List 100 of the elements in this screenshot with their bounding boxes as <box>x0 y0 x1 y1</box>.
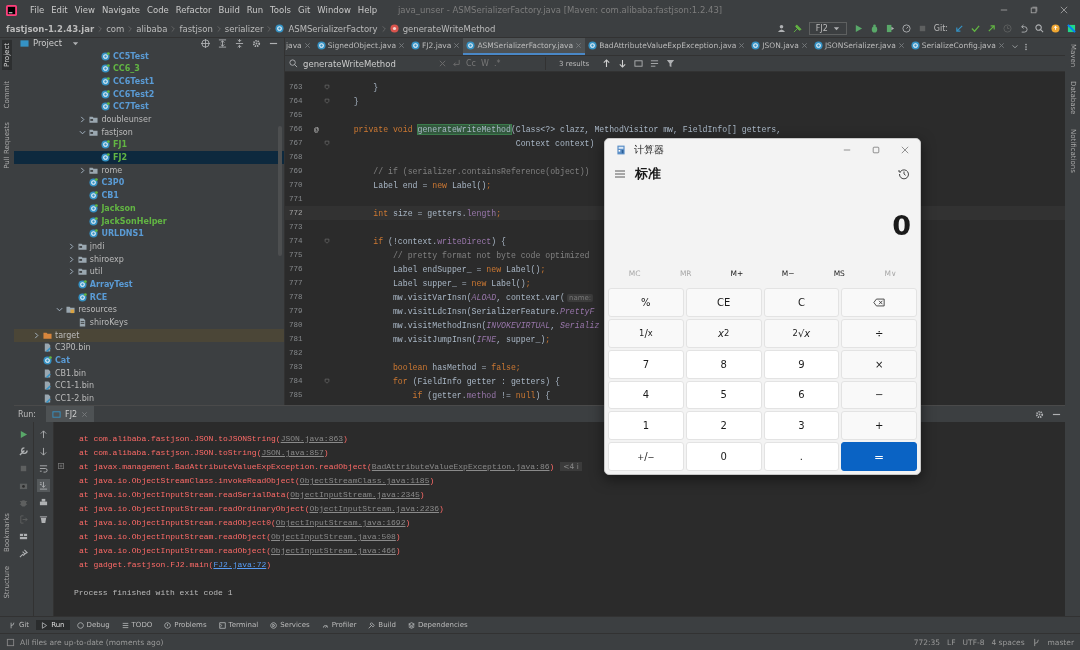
menu-item[interactable]: Code <box>147 5 169 15</box>
tree-item[interactable]: C3P0 <box>14 176 284 190</box>
tree-item[interactable]: CC1-1.bin <box>14 379 284 393</box>
code-line: mw.visitLdcInsn(SerializerFeature.PrettyF <box>391 306 595 316</box>
window-title: 计算器 <box>634 142 664 157</box>
tree-item[interactable]: C3P0.bin <box>14 341 284 355</box>
tree-item[interactable]: doubleunser <box>14 113 284 126</box>
tree-item[interactable]: CB1.bin <box>14 366 284 380</box>
calculator-key[interactable]: 4 <box>608 380 684 410</box>
stack-trace-line: at gadget.fastjson.FJ2.main(FJ2.java:72) <box>79 559 272 569</box>
code-line: if (getter.method != null) { <box>411 390 551 400</box>
tree-item[interactable]: CC1-2.bin <box>14 392 284 405</box>
stack-trace-line: at java.io.ObjectInputStream.readObject(ObjectInputStream.java:508) <box>79 531 401 541</box>
calculator-key[interactable]: 6 <box>763 380 840 410</box>
tree-item[interactable]: fastjson <box>14 125 284 139</box>
source-link[interactable]: BadAttributeValueExpException.java:86 <box>371 461 550 471</box>
menu-item[interactable]: Refactor <box>175 5 212 15</box>
tree-item[interactable]: FJ2 <box>14 151 284 164</box>
code-line: private void generateWriteMethod(Class<?> clazz, MethodVisitor mw, FieldInfo[] getters, <box>352 124 782 134</box>
tree-item[interactable]: target <box>14 328 284 342</box>
tree-item[interactable]: CC6Test1 <box>14 75 284 88</box>
calculator-key[interactable]: 5 <box>685 380 762 410</box>
menu-item[interactable]: Tools <box>270 5 292 15</box>
source-link[interactable]: FJ2.java:72 <box>213 559 267 569</box>
tree-item[interactable]: URLDNS1 <box>14 227 284 241</box>
tree-item[interactable]: jndi <box>14 240 284 253</box>
calculator-key[interactable]: 3 <box>763 411 840 441</box>
menu-item[interactable]: Run <box>246 5 264 15</box>
calculator-key[interactable]: − <box>841 380 917 410</box>
calculator-key[interactable]: × <box>841 349 917 379</box>
tree-item[interactable]: Jackson <box>14 202 284 215</box>
calculator-key[interactable]: % <box>608 288 684 317</box>
calculator-key[interactable]: ÷ <box>841 318 917 348</box>
calculator-key[interactable]: = <box>841 442 917 471</box>
tree-item[interactable]: RCE <box>14 290 284 304</box>
tree-item[interactable]: CC7Test <box>14 100 284 114</box>
tree-item[interactable]: FJ1 <box>14 138 284 152</box>
stack-trace-line: at com.alibaba.fastjson.JSON.toJSONString(JSON.java:863) <box>79 433 348 443</box>
breadcrumb[interactable]: alibaba <box>136 23 168 34</box>
git-label: Git: <box>933 24 948 33</box>
calculator-key[interactable]: CE <box>685 288 762 317</box>
stack-trace-line: at java.io.ObjectInputStream.readSerialData(ObjectInputStream.java:2345) <box>79 489 425 499</box>
code-line: } <box>352 96 359 106</box>
stack-trace-line: at java.io.ObjectInputStream.readObject(ObjectInputStream.java:466) <box>79 545 401 555</box>
source-link[interactable]: ObjectInputStream.java:466 <box>271 545 396 555</box>
breadcrumb[interactable]: generateWriteMethod <box>402 23 496 34</box>
tree-item[interactable]: shiroKeys <box>14 316 284 329</box>
tree-item[interactable]: Cat <box>14 354 284 367</box>
panel-title: Run: <box>18 409 37 419</box>
gutter-marker[interactable]: @ <box>314 124 319 134</box>
calculator-key[interactable]: 2 <box>685 411 762 441</box>
menu-item[interactable]: Edit <box>51 5 68 15</box>
panel-title-dropdown[interactable]: Project <box>33 38 80 49</box>
calculator-key[interactable]: 1 <box>608 411 684 441</box>
tree-item[interactable]: ArrayTest <box>14 278 284 291</box>
menu-item[interactable]: View <box>74 5 95 15</box>
stack-trace-line: at java.io.ObjectInputStream.readOrdinaryObject(ObjectInputStream.java:2236) <box>79 503 444 513</box>
source-link[interactable]: JSON.java:863 <box>280 433 344 443</box>
breadcrumb[interactable]: com <box>106 23 125 34</box>
source-link[interactable]: ObjectStreamClass.java:1185 <box>299 475 430 485</box>
calculator-key[interactable]: 7 <box>608 349 684 379</box>
run-tab[interactable]: FJ2 <box>46 406 95 422</box>
menu-item[interactable]: Build <box>218 5 240 15</box>
breadcrumb[interactable]: serializer <box>224 23 264 34</box>
tree-item[interactable]: shiroexp <box>14 252 284 266</box>
calculator-key[interactable]: 0 <box>685 442 762 471</box>
menu-item[interactable]: Help <box>357 5 378 15</box>
source-link[interactable]: JSON.java:857 <box>261 447 324 457</box>
source-link[interactable]: ObjectInputStream.java:2345 <box>290 489 420 499</box>
calculator-key[interactable]: C <box>763 288 840 317</box>
code-line: mw.visitMethodInsn(INVOKEVIRTUAL, Serializ <box>391 320 600 330</box>
calculator-key[interactable]: 9 <box>763 349 840 379</box>
code-line: boolean hasMethod = false; <box>391 362 521 372</box>
tree-item[interactable]: resources <box>14 303 284 317</box>
tree-item[interactable]: CC6Test2 <box>14 87 284 101</box>
menu-item[interactable]: Git <box>298 5 311 15</box>
menu-item[interactable]: Navigate <box>101 5 140 15</box>
code-line: Label endSupper_ = new Label(); <box>391 264 546 274</box>
stack-trace-line: at java.io.ObjectStreamClass.invokeReadObject(ObjectStreamClass.java:1185) <box>79 475 435 485</box>
run-configuration-dropdown[interactable]: FJ2 <box>808 22 847 35</box>
breadcrumb[interactable]: ASMSerializerFactory <box>288 23 378 34</box>
breadcrumb[interactable]: fastjson-1.2.43.jar <box>6 23 95 34</box>
tree-item[interactable]: util <box>14 265 284 279</box>
code-line: int size = getters.length; <box>372 208 502 218</box>
tree-item[interactable]: CC6_3 <box>14 62 284 76</box>
code-line: for (FieldInfo getter : getters) { <box>391 376 561 386</box>
tree-item[interactable]: rome <box>14 163 284 177</box>
calculator-key[interactable]: 8 <box>685 349 762 379</box>
source-link[interactable]: ObjectInputStream.java:508 <box>271 531 396 541</box>
tree-item[interactable]: JackSonHelper <box>14 214 284 228</box>
menu-item[interactable]: Window <box>317 5 351 15</box>
calculator-key[interactable]: + <box>841 411 917 441</box>
calculator-key[interactable]: . <box>763 442 840 471</box>
source-link[interactable]: ObjectInputStream.java:1692 <box>275 517 406 527</box>
tree-item[interactable]: CB1 <box>14 189 284 202</box>
tree-item[interactable]: CC5Test <box>14 49 284 63</box>
display-value: 0 <box>891 208 912 243</box>
source-link[interactable]: ObjectInputStream.java:2236 <box>309 503 440 513</box>
menu-item[interactable]: File <box>30 5 45 15</box>
breadcrumb[interactable]: fastjson <box>179 23 213 34</box>
